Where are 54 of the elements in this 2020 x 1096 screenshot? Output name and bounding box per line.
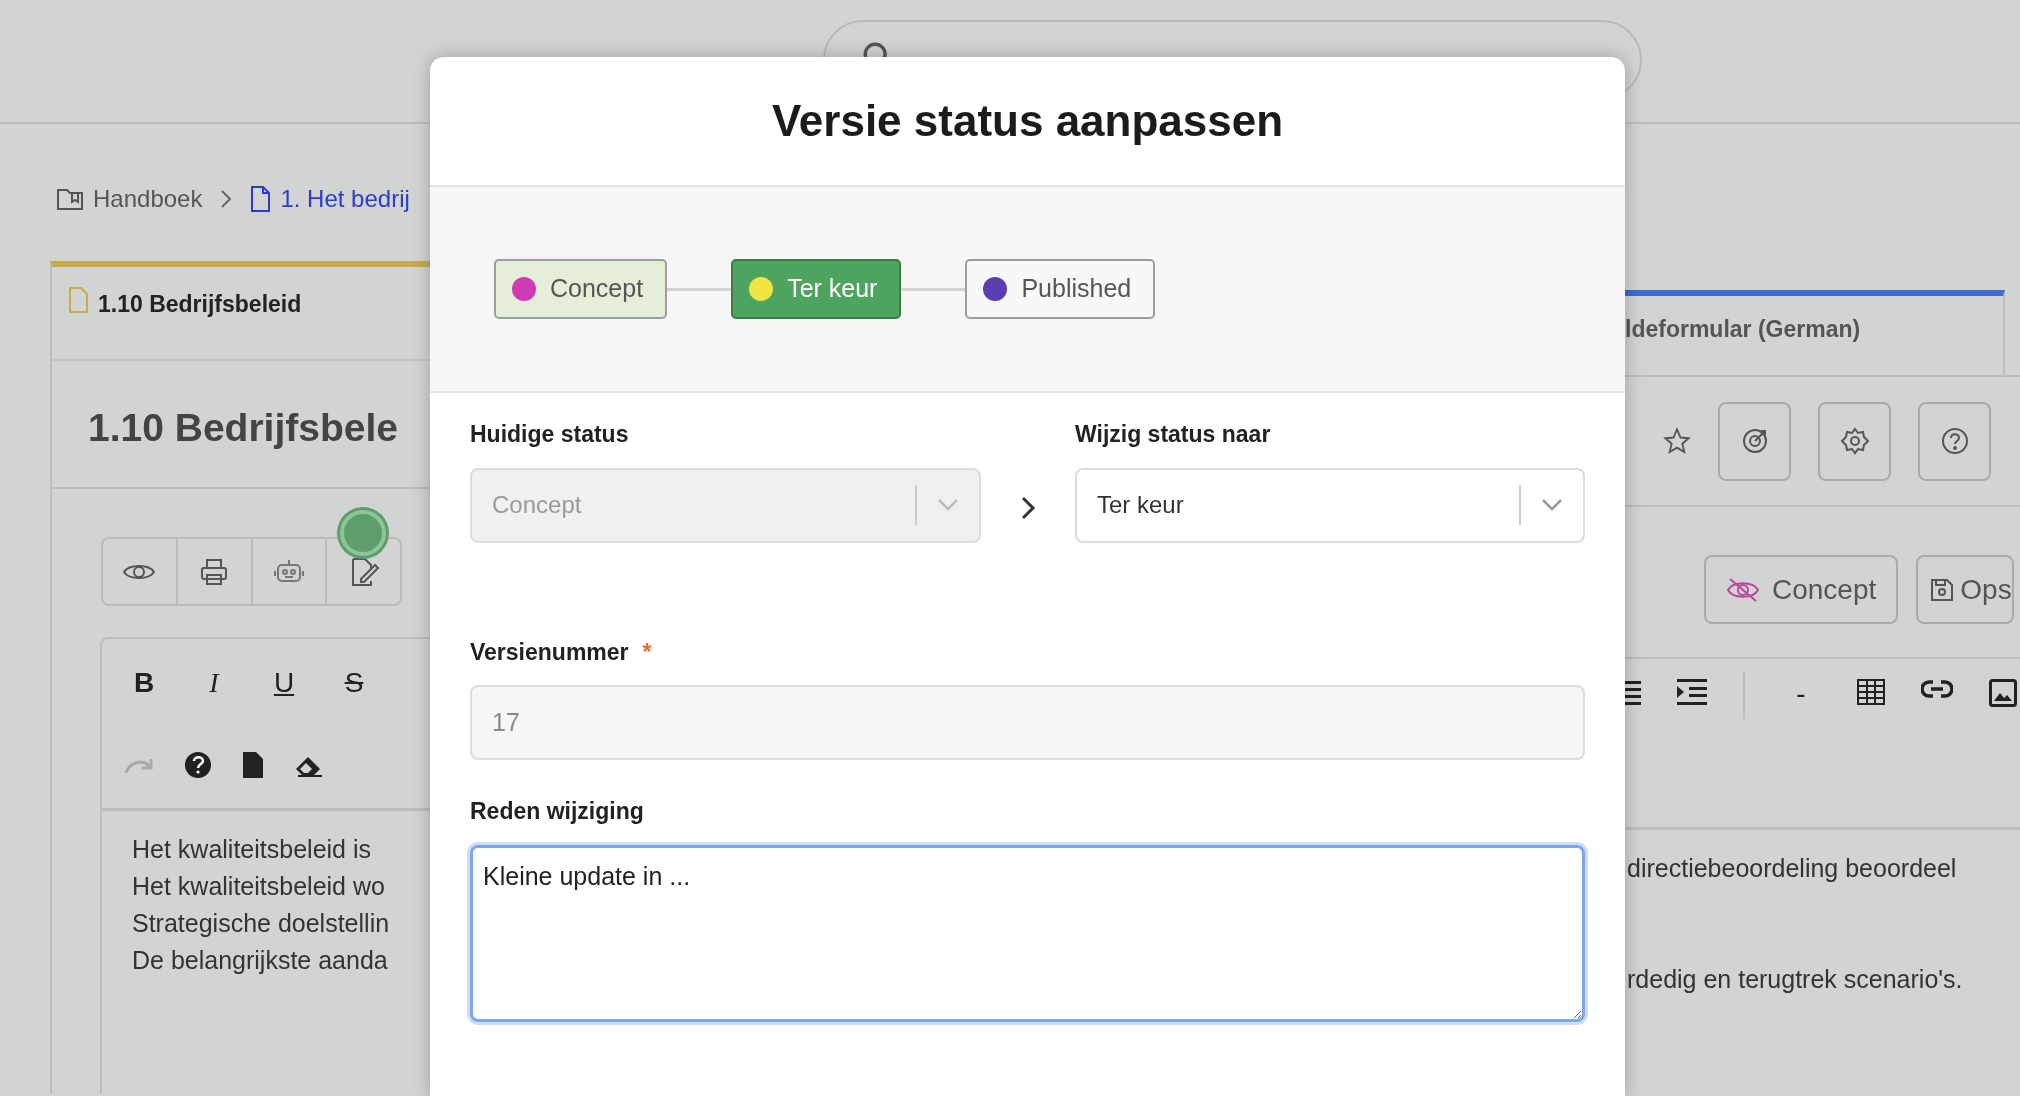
save-button[interactable]: Ops <box>1916 555 2014 624</box>
required-mark: * <box>642 637 652 667</box>
touch-indicator-icon <box>340 510 386 556</box>
bold-button[interactable]: B <box>124 662 164 704</box>
settings-button[interactable] <box>1818 401 1891 481</box>
strike-button[interactable]: S <box>334 662 374 704</box>
chevron-down-icon <box>937 498 959 512</box>
file-icon[interactable] <box>242 751 264 779</box>
printer-icon[interactable] <box>200 557 229 586</box>
floppy-icon <box>1930 577 1955 602</box>
status-step[interactable]: Published <box>965 259 1156 319</box>
field-label: Reden wijziging <box>470 797 644 826</box>
document-tab[interactable]: 1.10 Bedrijfsbeleid <box>98 287 302 359</box>
chevron-down-icon <box>1541 498 1563 512</box>
underline-button[interactable]: U <box>264 662 304 704</box>
body-text: Strategische doelstellin <box>132 908 391 939</box>
body-text: De belangrijkste aanda <box>132 945 389 976</box>
dialog-title: Versie status aanpassen <box>771 94 1284 147</box>
field-label: Huidige status <box>470 420 629 449</box>
document-tab[interactable]: ldeformular (German) <box>1625 316 1861 342</box>
star-icon[interactable] <box>1663 427 1691 455</box>
document-icon <box>68 287 88 313</box>
book-icon <box>57 187 83 211</box>
reason-field[interactable]: Kleine update in ... <box>470 844 1585 1022</box>
eye-slash-icon <box>1726 576 1760 603</box>
body-text: directiebeoordeling beoordeel <box>1627 853 1958 884</box>
breadcrumb-link[interactable]: Handboek <box>93 181 203 217</box>
robot-icon[interactable] <box>273 558 304 585</box>
field-label: Wijzig status naar <box>1075 420 1271 449</box>
status-button[interactable]: Concept <box>1704 555 1899 624</box>
status-select[interactable]: Ter keur <box>1075 467 1585 543</box>
italic-button[interactable]: I <box>194 662 234 704</box>
help-icon[interactable] <box>184 751 212 779</box>
indent-icon[interactable] <box>1677 679 1707 705</box>
help-icon <box>1940 427 1969 455</box>
settings-icon <box>1840 427 1869 455</box>
document-icon <box>250 186 271 212</box>
status-step[interactable]: Concept <box>494 259 668 319</box>
body-text: Het kwaliteitsbeleid wo <box>132 871 386 902</box>
link-icon[interactable] <box>1921 679 1953 699</box>
chevron-right-icon <box>1020 494 1036 521</box>
chevron-right-icon <box>220 189 233 209</box>
image-icon[interactable] <box>1989 679 2017 707</box>
document-title: 1.10 Bedrijfsbele <box>88 406 398 449</box>
field-label: Versienummer <box>470 637 629 667</box>
help-button[interactable] <box>1918 401 1991 481</box>
body-text: Het kwaliteitsbeleid is <box>132 834 372 865</box>
target-button[interactable] <box>1718 401 1791 481</box>
target-icon <box>1740 427 1769 455</box>
table-icon[interactable] <box>1857 679 1885 705</box>
breadcrumb-link[interactable]: 1. Het bedrij <box>280 181 410 217</box>
body-text: rdedig en terugtrek scenario's. <box>1627 964 1964 995</box>
list-icon[interactable] <box>1625 679 1641 705</box>
horizontal-rule-button[interactable]: - <box>1781 673 1821 715</box>
